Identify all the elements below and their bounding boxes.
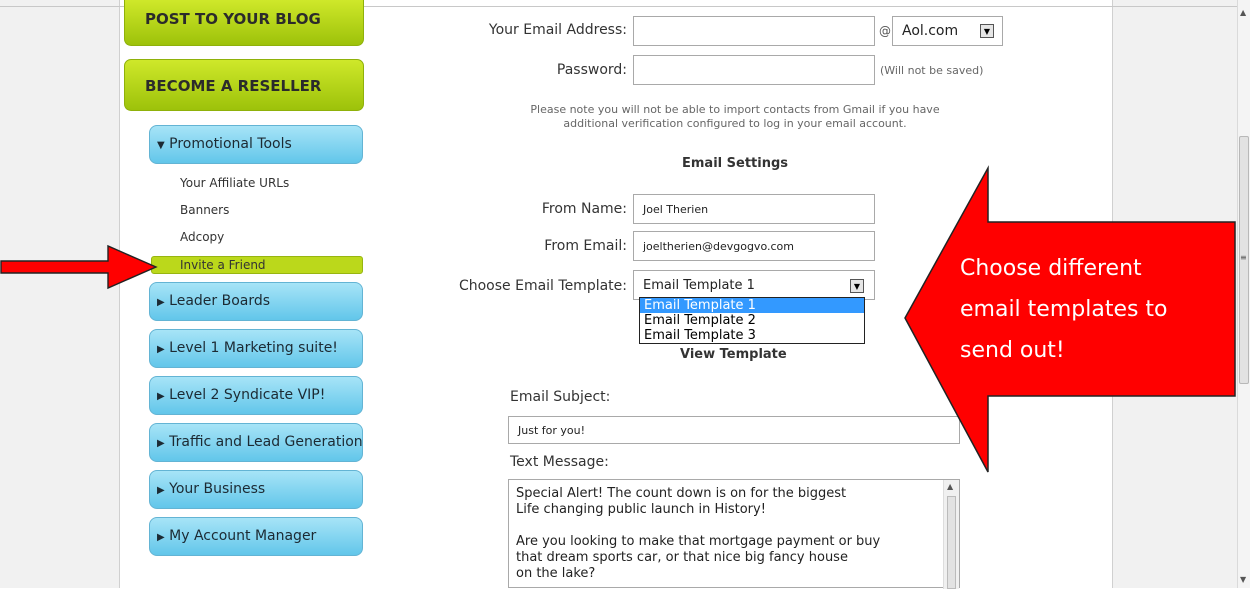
password-note: (Will not be saved): [880, 64, 984, 77]
email-subject-input[interactable]: Just for you!: [508, 416, 960, 444]
become-reseller-button[interactable]: BECOME A RESELLER: [124, 59, 364, 111]
callout-line-3: send out!: [960, 338, 1065, 363]
submenu-affiliate-urls[interactable]: Your Affiliate URLs: [180, 176, 289, 190]
template-option[interactable]: Email Template 1: [640, 298, 864, 313]
menu-level2-syndicate[interactable]: ▶ Level 2 Syndicate VIP!: [149, 376, 363, 415]
menu-label: ▶ Your Business: [157, 481, 265, 497]
from-email-input[interactable]: joeltherien@devgogvo.com: [633, 231, 875, 261]
template-select-value: Email Template 1: [643, 277, 755, 293]
email-address-input[interactable]: [633, 16, 875, 46]
caret-right-icon: ▶: [157, 297, 165, 308]
caret-right-icon: ▶: [157, 438, 165, 449]
email-settings-heading: Email Settings: [682, 156, 788, 171]
scroll-grip-icon: ≡: [1240, 253, 1247, 262]
textarea-scroll-thumb[interactable]: [947, 496, 956, 589]
menu-level1-marketing[interactable]: ▶ Level 1 Marketing suite!: [149, 329, 363, 368]
menu-label: ▶ My Account Manager: [157, 528, 316, 544]
menu-text: Level 1 Marketing suite!: [169, 340, 338, 356]
menu-account-manager[interactable]: ▶ My Account Manager: [149, 517, 363, 556]
menu-text: Promotional Tools: [169, 136, 292, 152]
menu-label: ▶ Traffic and Lead Generation: [157, 434, 363, 450]
message-line: Life changing public launch in History!: [516, 502, 766, 517]
callout-line-2: email templates to: [960, 297, 1168, 322]
email-subject-label: Email Subject:: [510, 389, 611, 405]
caret-right-icon: ▶: [157, 391, 165, 402]
menu-leader-boards[interactable]: ▶ Leader Boards: [149, 282, 363, 321]
email-address-label: Your Email Address:: [488, 22, 627, 38]
scroll-up-icon[interactable]: ▲: [1240, 8, 1246, 17]
invite-label: Invite a Friend: [180, 258, 266, 272]
callout-line-1: Choose different: [960, 256, 1142, 281]
text-message-textarea[interactable]: Special Alert! The count down is on for …: [508, 479, 960, 589]
post-to-blog-label: POST TO YOUR BLOG: [145, 10, 321, 28]
caret-right-icon: ▶: [157, 485, 165, 496]
page-gutter-left: [0, 0, 119, 588]
textarea-scrollbar[interactable]: ▲: [943, 480, 959, 589]
menu-traffic-lead-generation[interactable]: ▶ Traffic and Lead Generation: [149, 423, 363, 462]
gmail-note-line1: Please note you will not be able to impo…: [530, 103, 940, 116]
message-line: Are you looking to make that mortgage pa…: [516, 534, 881, 549]
template-option[interactable]: Email Template 3: [640, 328, 864, 343]
menu-text: My Account Manager: [169, 528, 317, 544]
menu-text: Level 2 Syndicate VIP!: [169, 387, 326, 403]
chevron-down-icon[interactable]: ▼: [850, 279, 864, 293]
gmail-note-line2: additional verification configured to lo…: [563, 117, 907, 130]
submenu-invite-friend[interactable]: Invite a Friend: [151, 256, 363, 274]
menu-label: ▼ Promotional Tools: [157, 136, 292, 152]
from-name-label: From Name:: [541, 201, 627, 217]
message-line: Special Alert! The count down is on for …: [516, 486, 847, 501]
post-to-blog-button[interactable]: POST TO YOUR BLOG: [124, 0, 364, 46]
template-options-dropdown[interactable]: Email Template 1 Email Template 2 Email …: [639, 297, 865, 344]
email-domain-select[interactable]: Aol.com ▼: [892, 16, 1003, 46]
menu-text: Traffic and Lead Generation: [169, 434, 363, 450]
menu-your-business[interactable]: ▶ Your Business: [149, 470, 363, 509]
submenu-adcopy[interactable]: Adcopy: [180, 230, 224, 244]
menu-promotional-tools[interactable]: ▼ Promotional Tools: [149, 125, 363, 164]
menu-label: ▶ Level 1 Marketing suite!: [157, 340, 338, 356]
from-email-label: From Email:: [544, 238, 627, 254]
at-symbol: @: [879, 24, 891, 38]
caret-right-icon: ▶: [157, 344, 165, 355]
menu-label: ▶ Leader Boards: [157, 293, 270, 309]
menu-text: Your Business: [169, 481, 266, 497]
view-template-link[interactable]: View Template: [680, 347, 787, 362]
from-name-input[interactable]: Joel Therien: [633, 194, 875, 224]
content-border-left: [119, 0, 120, 588]
template-option[interactable]: Email Template 2: [640, 313, 864, 328]
submenu-banners[interactable]: Banners: [180, 203, 229, 217]
email-domain-value: Aol.com: [902, 23, 959, 39]
message-line: that dream sports car, or that nice big …: [516, 550, 848, 565]
pointer-arrow-icon: [0, 244, 158, 290]
menu-label: ▶ Level 2 Syndicate VIP!: [157, 387, 325, 403]
template-select[interactable]: Email Template 1 ▼: [633, 270, 875, 300]
caret-right-icon: ▶: [157, 532, 165, 543]
chevron-down-icon[interactable]: ▼: [980, 24, 994, 38]
template-label: Choose Email Template:: [458, 278, 627, 294]
scroll-down-icon[interactable]: ▼: [1240, 575, 1246, 584]
password-label: Password:: [556, 62, 627, 78]
text-message-label: Text Message:: [510, 454, 609, 470]
caret-down-icon: ▼: [157, 140, 165, 151]
menu-text: Leader Boards: [169, 293, 271, 309]
message-line: on the lake?: [516, 566, 596, 581]
password-input[interactable]: [633, 55, 875, 85]
become-reseller-label: BECOME A RESELLER: [145, 77, 322, 95]
scroll-up-icon[interactable]: ▲: [947, 482, 953, 491]
